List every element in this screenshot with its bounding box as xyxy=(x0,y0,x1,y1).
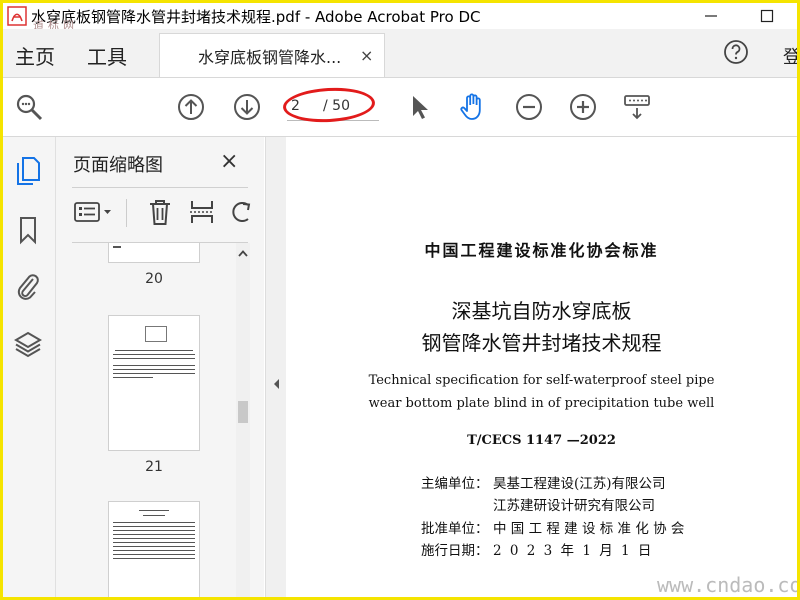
zoom-search-icon xyxy=(16,94,43,121)
doc-effective-date: 2 0 2 3 年 1 月 1 日 xyxy=(493,543,654,559)
page-thumbnail[interactable] xyxy=(108,501,200,597)
doc-editor-2: 江苏建研设计研究有限公司 xyxy=(493,498,655,514)
keyboard-down-icon xyxy=(624,95,650,120)
minus-circle-icon xyxy=(516,94,542,120)
thumbnail-options-button[interactable] xyxy=(72,197,116,227)
document-tab[interactable]: 水穿底板钢管降水... × xyxy=(159,33,385,77)
panel-close-icon[interactable]: × xyxy=(220,149,238,174)
options-menu-icon xyxy=(74,202,111,222)
attachments-tab[interactable] xyxy=(13,271,43,301)
arrow-up-circle-icon xyxy=(178,94,204,120)
toolbar: / 50 xyxy=(3,78,797,137)
next-page-button[interactable] xyxy=(231,91,263,123)
acrobat-logo-icon xyxy=(7,6,27,26)
menu-bar: 主页 工具 水穿底板钢管降水... × 登 xyxy=(3,29,797,78)
doc-english-title-line2: wear bottom plate blind in of precipitat… xyxy=(368,396,715,411)
window-title: 水穿底板钢管降水管井封堵技术规程.pdf - Adobe Acrobat Pro… xyxy=(31,8,481,26)
scroll-up-icon[interactable] xyxy=(236,247,250,261)
collapse-panel-icon[interactable] xyxy=(271,377,281,391)
doc-org-title: 中国工程建设标准化协会标准 xyxy=(424,241,659,260)
doc-editor-label: 主编单位： xyxy=(421,476,489,492)
page-thumbnail[interactable] xyxy=(108,243,200,263)
thumbnail-page-label: 21 xyxy=(145,459,163,475)
scrollbar-thumb[interactable] xyxy=(238,401,248,423)
menu-home[interactable]: 主页 xyxy=(15,41,55,70)
navigation-rail xyxy=(3,137,56,597)
page-thumbnail[interactable] xyxy=(108,315,200,451)
rotate-page-button[interactable] xyxy=(226,197,256,227)
zoom-out-button[interactable] xyxy=(513,91,545,123)
tab-close-icon[interactable]: × xyxy=(360,46,373,65)
toolbar-separator xyxy=(126,199,127,227)
panel-divider xyxy=(72,187,248,188)
layers-tab[interactable] xyxy=(13,329,43,359)
help-icon xyxy=(724,40,748,64)
rotate-icon xyxy=(232,202,251,222)
doc-approver-label: 批准单位： xyxy=(421,521,489,537)
paperclip-icon xyxy=(17,274,39,300)
page-navigator: / 50 xyxy=(282,85,379,125)
doc-editor-1: 昊基工程建设(江苏)有限公司 xyxy=(493,476,666,492)
app-window: 水穿底板钢管降水管井封堵技术规程.pdf - Adobe Acrobat Pro… xyxy=(0,0,800,600)
hand-tool-button[interactable] xyxy=(457,91,489,123)
arrow-down-circle-icon xyxy=(234,94,260,120)
panel-title: 页面缩略图 xyxy=(73,155,163,176)
delete-page-button[interactable] xyxy=(145,197,175,227)
title-bar: 水穿底板钢管降水管井封堵技术规程.pdf - Adobe Acrobat Pro… xyxy=(3,3,797,32)
document-tab-label: 水穿底板钢管降水... xyxy=(198,48,342,67)
doc-english-title-line1: Technical specification for self-waterpr… xyxy=(368,373,715,388)
thumbnail-page-label: 20 xyxy=(145,271,163,287)
trash-icon xyxy=(150,200,170,225)
help-button[interactable] xyxy=(723,39,749,65)
maximize-button[interactable] xyxy=(749,3,785,29)
bookmarks-tab[interactable] xyxy=(13,215,43,245)
doc-approver: 中 国 工 程 建 设 标 准 化 协 会 xyxy=(493,521,685,537)
thumbnail-scrollbar[interactable] xyxy=(236,243,250,597)
cursor-arrow-icon xyxy=(413,96,428,119)
thumbnail-list: 20 21 xyxy=(72,243,236,597)
hand-icon xyxy=(460,93,481,120)
plus-circle-icon xyxy=(570,94,596,120)
zoom-in-button[interactable] xyxy=(567,91,599,123)
page-thumbnails-tab[interactable] xyxy=(13,155,43,185)
doc-title-line1: 深基坑自防水穿底板 xyxy=(451,299,632,323)
panel-splitter[interactable] xyxy=(265,137,286,597)
find-button[interactable] xyxy=(13,91,45,123)
sign-in-link[interactable]: 登 xyxy=(783,43,797,69)
minimize-button[interactable] xyxy=(693,3,729,29)
extract-page-button[interactable] xyxy=(187,197,217,227)
bookmark-icon xyxy=(20,217,36,245)
doc-date-label: 施行日期： xyxy=(421,543,489,559)
watermark-bottom: www.cndao.com xyxy=(657,573,800,597)
doc-title-line2: 钢管降水管井封堵技术规程 xyxy=(421,331,662,355)
menu-tools[interactable]: 工具 xyxy=(87,41,127,70)
document-view: 中国工程建设标准化协会标准 深基坑自防水穿底板 钢管降水管井封堵技术规程 Tec… xyxy=(286,137,797,597)
page-display-button[interactable] xyxy=(621,91,653,123)
minimize-icon xyxy=(705,15,717,17)
layers-icon xyxy=(14,331,42,358)
pages-icon xyxy=(17,157,40,185)
maximize-icon xyxy=(760,9,774,23)
extract-pages-icon xyxy=(190,201,214,223)
red-annotation-oval xyxy=(282,85,376,125)
doc-standard-code: T/CECS 1147 —2022 xyxy=(467,433,616,448)
previous-page-button[interactable] xyxy=(175,91,207,123)
thumbnails-panel: 页面缩略图 × 20 21 xyxy=(56,137,264,597)
select-tool-button[interactable] xyxy=(403,91,435,123)
